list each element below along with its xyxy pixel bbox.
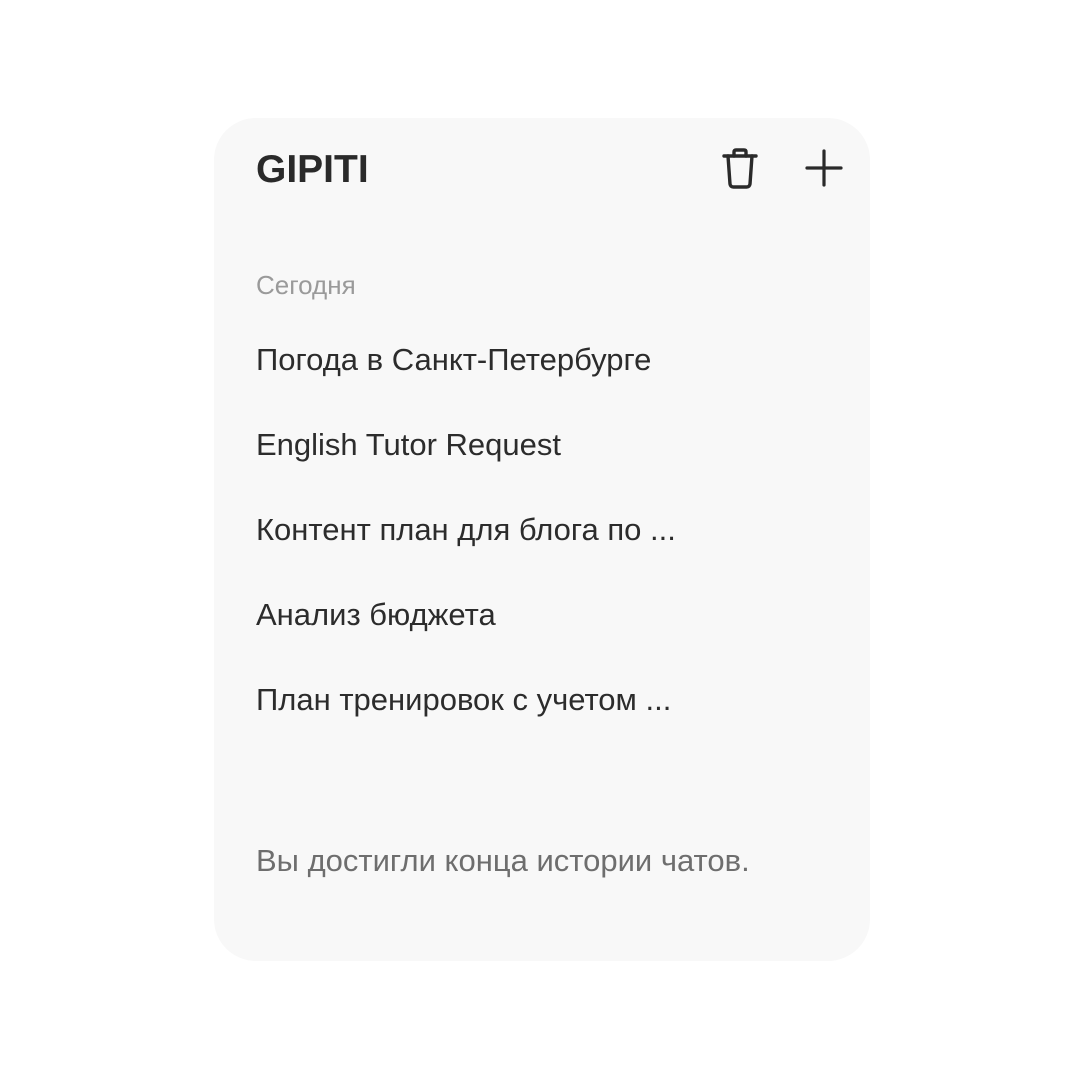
new-chat-button[interactable]: [800, 142, 848, 194]
chat-item-english-tutor[interactable]: English Tutor Request: [256, 423, 830, 508]
section-label-today: Сегодня: [256, 270, 356, 300]
chat-item-budget[interactable]: Анализ бюджета: [256, 593, 830, 678]
end-of-history-note: Вы достигли конца истории чатов.: [256, 843, 750, 878]
panel-header: GIPITI: [256, 140, 848, 196]
app-title: GIPITI: [256, 148, 369, 191]
chat-item-content-plan[interactable]: Контент план для блога по ...: [256, 508, 830, 593]
clear-history-button[interactable]: [716, 142, 764, 194]
chat-item-training-plan[interactable]: План тренировок с учетом ...: [256, 678, 830, 763]
trash-icon: [720, 146, 760, 190]
chat-item-weather[interactable]: Погода в Санкт-Петербурге: [256, 338, 830, 423]
plus-icon: [804, 148, 844, 188]
chat-history-panel: GIPITI Сегодня Погода в Санкт-Петербурге: [214, 118, 870, 961]
chat-list: Погода в Санкт-Петербурге English Tutor …: [256, 338, 830, 763]
